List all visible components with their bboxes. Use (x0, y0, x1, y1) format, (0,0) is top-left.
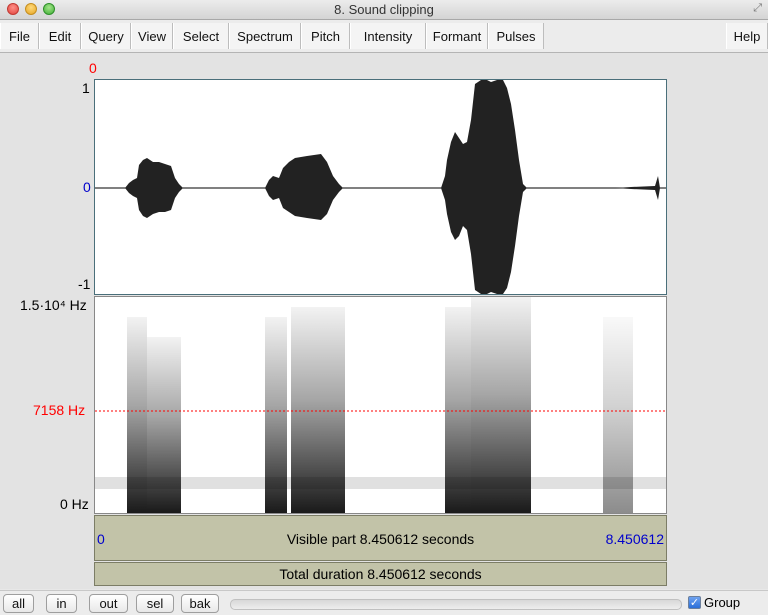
menu-select[interactable]: Select (173, 23, 229, 49)
menu-query[interactable]: Query (81, 23, 131, 49)
zoom-all-button[interactable]: all (3, 594, 34, 613)
menu-help[interactable]: Help (726, 23, 768, 49)
menu-bar: File Edit Query View Select Spectrum Pit… (0, 20, 768, 53)
visible-end-time: 8.450612 (605, 531, 664, 547)
waveform-y-zero: 0 (83, 179, 91, 195)
group-label: Group (704, 595, 741, 610)
waveform-top-label: 0 (89, 60, 97, 76)
menu-file[interactable]: File (0, 23, 39, 49)
menu-view[interactable]: View (131, 23, 173, 49)
spectrogram-y-min: 0 Hz (60, 496, 89, 512)
title-bar: 8. Sound clipping ⤢ (0, 0, 768, 20)
menu-pitch[interactable]: Pitch (301, 23, 350, 49)
waveform-plot (95, 80, 666, 294)
waveform-view[interactable] (94, 79, 667, 295)
horizontal-scrollbar[interactable] (230, 599, 682, 610)
menu-pulses[interactable]: Pulses (488, 23, 544, 49)
zoom-selection-button[interactable]: sel (136, 594, 174, 613)
zoom-back-button[interactable]: bak (181, 594, 219, 613)
zoom-out-button[interactable]: out (89, 594, 128, 613)
waveform-y-min: -1 (78, 276, 91, 292)
menu-spectrum[interactable]: Spectrum (229, 23, 301, 49)
group-checkbox[interactable]: ✓ (688, 596, 701, 609)
spectrogram-y-max: 1.5·10⁴ Hz (20, 297, 87, 313)
spectrogram-plot (95, 297, 666, 513)
total-duration-label: Total duration 8.450612 seconds (279, 566, 482, 582)
fullscreen-icon[interactable]: ⤢ (753, 2, 762, 15)
waveform-y-max: 1 (82, 80, 90, 96)
menu-formant[interactable]: Formant (426, 23, 488, 49)
visible-part-bar[interactable]: 0 Visible part 8.450612 seconds 8.450612 (94, 515, 667, 561)
menu-intensity[interactable]: Intensity (350, 23, 426, 49)
spectrogram-cursor-frequency: 7158 Hz (33, 402, 86, 418)
bottom-bar: all in out sel bak ✓ Group (0, 590, 768, 615)
spectrogram-view[interactable] (94, 296, 667, 514)
visible-part-label: Visible part 8.450612 seconds (286, 531, 475, 547)
total-duration-bar[interactable]: Total duration 8.450612 seconds (94, 562, 667, 586)
window-title: 8. Sound clipping (334, 2, 434, 17)
zoom-in-button[interactable]: in (46, 594, 77, 613)
menu-edit[interactable]: Edit (39, 23, 81, 49)
